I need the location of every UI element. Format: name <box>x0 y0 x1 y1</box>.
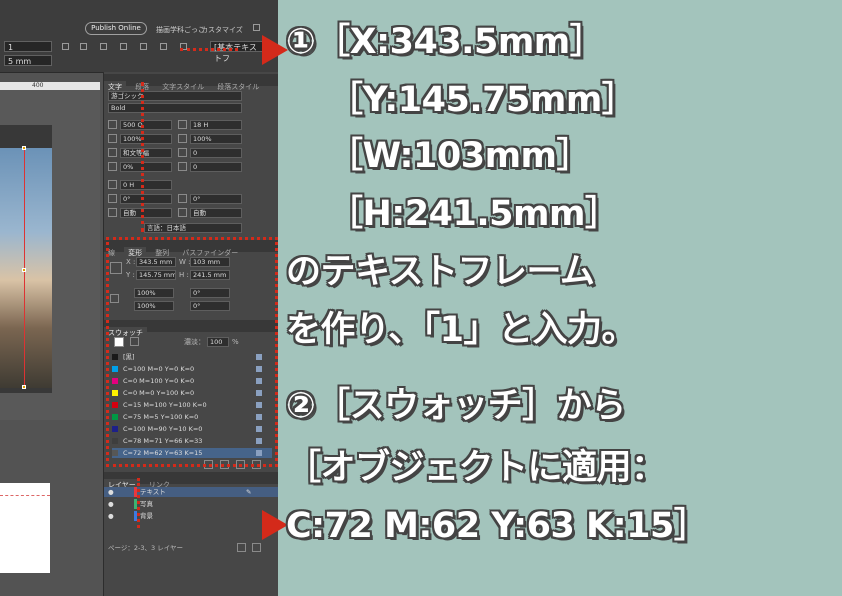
skew-icon <box>178 194 187 203</box>
font-style-select[interactable]: Bold <box>108 103 242 113</box>
aki-after-select[interactable]: 自動 <box>190 208 242 218</box>
callout-line-1 <box>180 48 238 51</box>
arrow-to-step1 <box>262 35 288 65</box>
vertical-scale-field[interactable]: 100% <box>120 134 172 144</box>
control-bar: Publish Online 描画学科ごっこ カスタマイズ 1 5 mm [基本… <box>0 0 278 73</box>
layer-name: テキスト <box>140 488 166 496</box>
margin-guide <box>0 495 50 497</box>
frame-handle[interactable] <box>22 268 26 272</box>
kerning-field[interactable]: 和文等幅 <box>120 148 172 158</box>
leading-icon <box>178 120 187 129</box>
font-size-icon <box>108 120 117 129</box>
instruction-line-9: C:72 M:62 Y:63 K:15］ <box>286 506 709 546</box>
aki-before-select[interactable]: 自動 <box>120 208 172 218</box>
eye-icon[interactable]: ● <box>108 487 114 497</box>
char-rotate-icon <box>108 194 117 203</box>
arrow-to-step2 <box>262 510 288 540</box>
frame-fill-icon[interactable] <box>140 43 147 50</box>
instruction-line-2: ［Y:145.75mm］ <box>328 80 637 120</box>
new-layer-icon[interactable] <box>237 543 246 552</box>
callout-line-vertical <box>141 82 144 232</box>
pen-icon: ✎ <box>246 488 252 496</box>
eye-icon[interactable]: ● <box>108 499 114 509</box>
align-icon[interactable] <box>62 43 69 50</box>
tracking-icon <box>178 148 187 157</box>
layer-row[interactable]: ● 背景 <box>104 511 278 521</box>
instruction-line-7: ②［スウォッチ］から <box>286 386 626 426</box>
stroke-weight-field[interactable]: 1 <box>4 41 52 52</box>
leading-field[interactable]: 18 H <box>190 120 242 130</box>
callout-line-layer <box>137 478 140 528</box>
customize-menu[interactable]: カスタマイズ <box>201 25 243 35</box>
search-icon[interactable] <box>253 24 260 31</box>
instruction-line-5: のテキストフレーム <box>286 252 595 292</box>
photo-image[interactable] <box>0 148 52 388</box>
aki-after-icon <box>178 208 187 217</box>
tsume-icon <box>108 162 117 171</box>
instruction-line-6: を作り、「1」と入力。 <box>286 310 636 350</box>
layer-name: 写真 <box>140 500 153 508</box>
aki-before-icon <box>108 208 117 217</box>
ruler-mark: 400 <box>32 82 44 89</box>
wrap-icon[interactable] <box>160 43 167 50</box>
character-panel-tabs: 文字 段落 文字スタイル 段落スタイル <box>104 74 278 93</box>
align-center-icon[interactable] <box>80 43 87 50</box>
horizontal-scale-icon <box>178 134 187 143</box>
spacing-field[interactable]: 5 mm <box>4 55 52 66</box>
instruction-line-3: ［W:103mm］ <box>328 136 592 176</box>
layers-footer: ページ：2-3、3 レイヤー <box>108 544 183 552</box>
trash-icon[interactable] <box>252 543 261 552</box>
workspace-name[interactable]: 描画学科ごっこ <box>156 25 205 35</box>
aki-icon <box>178 162 187 171</box>
vertical-scale-icon <box>108 134 117 143</box>
publish-online-button[interactable]: Publish Online <box>85 22 147 35</box>
instruction-line-1: ①［X:343.5mm］ <box>286 22 605 62</box>
tracking-field[interactable]: 0 <box>190 148 242 158</box>
horizontal-ruler: 400 <box>0 82 100 90</box>
layer-name: 背景 <box>140 512 153 520</box>
eye-icon[interactable]: ● <box>108 511 114 521</box>
layer-row[interactable]: ● 写真 <box>104 499 278 509</box>
baseline-shift-icon <box>108 180 117 189</box>
aki-field[interactable]: 0 <box>190 162 242 172</box>
layers-panel-tabs: レイヤー リンク <box>104 472 278 491</box>
horizontal-scale-field[interactable]: 100% <box>190 134 242 144</box>
frame-fit-icon[interactable] <box>120 43 127 50</box>
instruction-line-8: ［オブジェクトに適用： <box>286 448 666 488</box>
font-size-field[interactable]: 500 Q <box>120 120 172 130</box>
indesign-screen: Publish Online 描画学科ごっこ カスタマイズ 1 5 mm [基本… <box>0 0 278 596</box>
skew-field[interactable]: 0° <box>190 194 242 204</box>
frame-handle[interactable] <box>22 146 26 150</box>
distribute-icon[interactable] <box>100 43 107 50</box>
highlight-box <box>106 237 278 467</box>
layer-row-selected[interactable]: ● テキスト ✎ <box>104 487 278 497</box>
kerning-icon <box>108 148 117 157</box>
instruction-line-4: ［H:241.5mm］ <box>328 194 620 234</box>
char-rotate-field[interactable]: 0° <box>120 194 172 204</box>
tsume-field[interactable]: 0% <box>120 162 172 172</box>
baseline-shift-field[interactable]: 0 H <box>120 180 172 190</box>
frame-handle[interactable] <box>22 385 26 389</box>
font-family-select[interactable]: 游ゴシック <box>108 91 242 101</box>
language-select[interactable]: 言語：日本語 <box>144 223 242 233</box>
